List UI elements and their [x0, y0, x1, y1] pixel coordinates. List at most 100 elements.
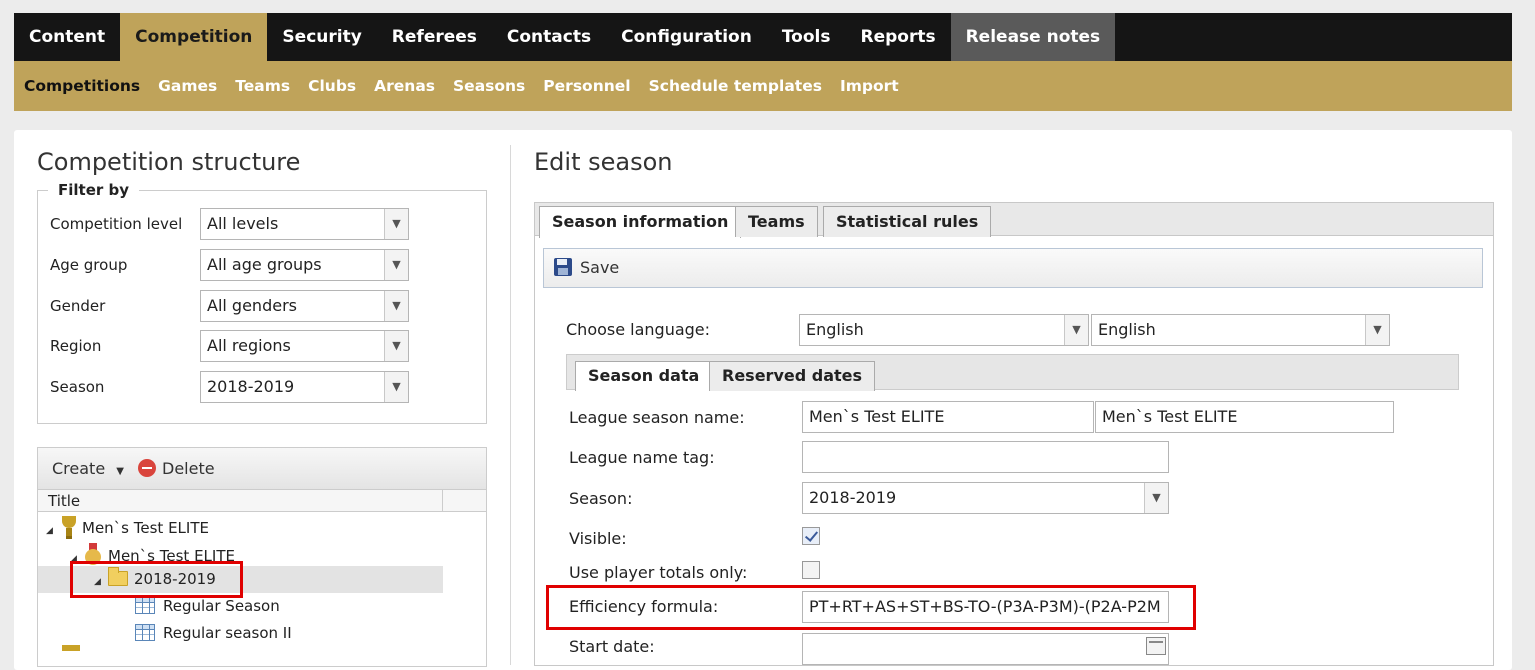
- age-group-value: All age groups: [207, 255, 322, 274]
- column-separator[interactable]: [442, 490, 443, 512]
- subnav-games[interactable]: Games: [158, 77, 217, 95]
- tree-node-competition[interactable]: ◢ Men`s Test ELITE: [46, 516, 209, 539]
- subnav-clubs[interactable]: Clubs: [308, 77, 356, 95]
- tab-content[interactable]: Content: [14, 13, 120, 61]
- chevron-down-icon[interactable]: ▼: [384, 331, 408, 361]
- tree-node-regular-season[interactable]: Regular Season: [135, 597, 280, 615]
- table-icon: [135, 597, 155, 614]
- subnav-competitions[interactable]: Competitions: [24, 77, 140, 95]
- season-tabstrip: Season information Teams Statistical rul…: [534, 202, 1494, 238]
- chevron-down-icon[interactable]: ▼: [1144, 483, 1168, 513]
- choose-language-label: Choose language:: [566, 320, 711, 339]
- subnav-teams[interactable]: Teams: [235, 77, 290, 95]
- chevron-down-icon[interactable]: ▼: [384, 291, 408, 321]
- delete-label: Delete: [162, 459, 215, 478]
- visible-checkbox[interactable]: [802, 527, 820, 545]
- calendar-icon[interactable]: [1146, 637, 1166, 655]
- tab-statistical-rules[interactable]: Statistical rules: [823, 206, 992, 237]
- subnav-schedule-templates[interactable]: Schedule templates: [649, 77, 822, 95]
- tab-season-data[interactable]: Season data: [575, 361, 713, 391]
- create-button[interactable]: Create ▼: [52, 459, 124, 478]
- edit-season-title: Edit season: [534, 148, 673, 176]
- season-data-tabstrip: Season data Reserved dates: [566, 354, 1459, 391]
- subnav-import[interactable]: Import: [840, 77, 899, 95]
- medal-icon: [84, 543, 102, 565]
- tab-season-information[interactable]: Season information: [539, 206, 742, 238]
- efficiency-formula-input[interactable]: PT+RT+AS+ST+BS-TO-(P3A-P3M)-(P2A-P2M: [802, 591, 1169, 623]
- folder-icon: [108, 567, 128, 586]
- start-date-input[interactable]: [802, 633, 1169, 665]
- season-filter-value: 2018-2019: [207, 377, 295, 396]
- save-label: Save: [580, 258, 620, 277]
- subnav-seasons[interactable]: Seasons: [453, 77, 525, 95]
- gender-label: Gender: [50, 297, 106, 315]
- season-filter-select[interactable]: 2018-2019 ▼: [200, 371, 409, 403]
- player-totals-label: Use player totals only:: [569, 563, 748, 582]
- region-value: All regions: [207, 336, 291, 355]
- sub-navigation: Competitions Games Teams Clubs Arenas Se…: [14, 61, 1512, 111]
- trophy-icon: [62, 645, 80, 651]
- competition-structure-title: Competition structure: [37, 148, 301, 176]
- language-value-1: English: [806, 320, 864, 339]
- expand-triangle-icon[interactable]: ◢: [46, 526, 60, 536]
- region-select[interactable]: All regions ▼: [200, 330, 409, 362]
- tab-competition[interactable]: Competition: [120, 13, 268, 61]
- caret-down-icon: ▼: [116, 466, 124, 477]
- league-name-tag-input[interactable]: [802, 441, 1169, 473]
- start-date-label: Start date:: [569, 637, 655, 656]
- tree-node-league[interactable]: ◢ Men`s Test ELITE: [70, 543, 235, 565]
- tree-node-label: Men`s Test ELITE: [82, 519, 209, 537]
- tab-security[interactable]: Security: [267, 13, 376, 61]
- gender-select[interactable]: All genders ▼: [200, 290, 409, 322]
- tree-node-label: Regular Season: [163, 597, 280, 615]
- top-navigation: Content Competition Security Referees Co…: [14, 13, 1512, 61]
- chevron-down-icon[interactable]: ▼: [384, 209, 408, 239]
- league-season-name-input-1[interactable]: Men`s Test ELITE: [802, 401, 1094, 433]
- subnav-personnel[interactable]: Personnel: [543, 77, 630, 95]
- floppy-disk-icon: [554, 258, 572, 276]
- tree-node-label: 2018-2019: [134, 570, 216, 588]
- league-season-name-input-2[interactable]: Men`s Test ELITE: [1095, 401, 1394, 433]
- expand-triangle-icon[interactable]: ◢: [70, 554, 84, 564]
- tree-node-season[interactable]: ◢ 2018-2019: [94, 567, 216, 588]
- visible-label: Visible:: [569, 529, 627, 548]
- table-icon: [135, 624, 155, 641]
- age-group-label: Age group: [50, 256, 128, 274]
- tab-contacts[interactable]: Contacts: [492, 13, 606, 61]
- tab-referees[interactable]: Referees: [377, 13, 492, 61]
- tab-reports[interactable]: Reports: [845, 13, 950, 61]
- title-column-header[interactable]: Title: [48, 492, 80, 510]
- tab-tools[interactable]: Tools: [767, 13, 846, 61]
- panel-divider: [510, 145, 511, 665]
- delete-icon: [138, 459, 156, 477]
- language-select-2[interactable]: English ▼: [1091, 314, 1390, 346]
- tab-teams[interactable]: Teams: [735, 206, 818, 237]
- language-select-1[interactable]: English ▼: [799, 314, 1089, 346]
- competition-level-label: Competition level: [50, 215, 183, 233]
- season-select[interactable]: 2018-2019 ▼: [802, 482, 1169, 514]
- trophy-icon: [60, 516, 78, 539]
- tree-node-regular-season-ii[interactable]: Regular season II: [135, 624, 292, 642]
- delete-button[interactable]: Delete: [138, 459, 215, 478]
- language-value-2: English: [1098, 320, 1156, 339]
- chevron-down-icon[interactable]: ▼: [384, 250, 408, 280]
- competition-level-select[interactable]: All levels ▼: [200, 208, 409, 240]
- season-value: 2018-2019: [809, 488, 897, 507]
- subnav-arenas[interactable]: Arenas: [374, 77, 435, 95]
- chevron-down-icon[interactable]: ▼: [1365, 315, 1389, 345]
- league-name-tag-label: League name tag:: [569, 448, 715, 467]
- tab-release-notes[interactable]: Release notes: [950, 13, 1116, 61]
- expand-triangle-icon[interactable]: ◢: [94, 577, 108, 587]
- chevron-down-icon[interactable]: ▼: [384, 372, 408, 402]
- age-group-select[interactable]: All age groups ▼: [200, 249, 409, 281]
- save-toolbar: Save: [543, 248, 1483, 288]
- chevron-down-icon[interactable]: ▼: [1064, 315, 1088, 345]
- tree-header: Title: [38, 490, 486, 512]
- tab-configuration[interactable]: Configuration: [606, 13, 767, 61]
- save-button[interactable]: Save: [554, 258, 619, 277]
- season-label: Season:: [569, 489, 633, 508]
- tab-reserved-dates[interactable]: Reserved dates: [709, 361, 876, 391]
- tree-node-label: Regular season II: [163, 624, 292, 642]
- player-totals-checkbox[interactable]: [802, 561, 820, 579]
- tree-toolbar: Create ▼ Delete: [38, 448, 486, 490]
